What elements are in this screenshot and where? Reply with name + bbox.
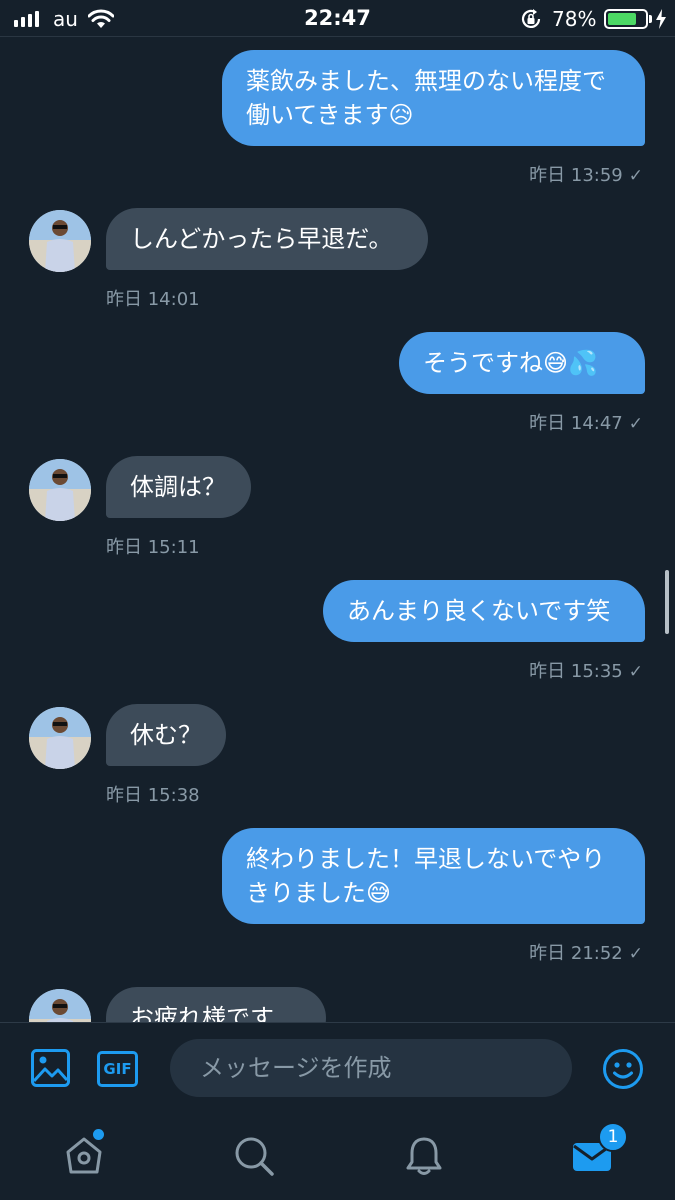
message-text: きりました😅 [246, 879, 392, 907]
message-text: しんどかったら早退だ。 [130, 225, 393, 253]
battery-fill [608, 13, 637, 25]
timestamp-text: 昨日 15:35 [529, 661, 623, 682]
message-text: 薬飲みました、無理のない程度で [246, 67, 606, 95]
home-icon[interactable] [62, 1134, 106, 1178]
avatar[interactable] [29, 989, 91, 1022]
home-new-dot [93, 1129, 104, 1140]
timestamp-text: 昨日 21:52 [529, 943, 623, 964]
message-timestamp: 昨日 13:59 ✓ [529, 161, 643, 187]
image-icon[interactable] [31, 1049, 70, 1087]
charging-icon [656, 9, 666, 29]
gif-icon[interactable]: GIF [97, 1051, 138, 1087]
messages-unread-badge: 1 [598, 1122, 628, 1152]
timestamp-text: 昨日 14:47 [529, 413, 623, 434]
read-check-icon: ✓ [628, 662, 643, 682]
message-text: 終わりました！早退しないでやり [246, 845, 606, 873]
avatar[interactable] [29, 459, 91, 521]
message-bubble-sent[interactable]: そうですね😅💦 [399, 332, 645, 394]
avatar-image [29, 989, 91, 1022]
message-text: お疲れ様です [130, 1004, 274, 1022]
message-timestamp: 昨日 15:35 ✓ [529, 657, 643, 683]
search-icon[interactable] [232, 1134, 276, 1178]
read-check-icon: ✓ [628, 944, 643, 964]
message-bubble-received[interactable]: 休む？ [106, 704, 226, 766]
emoji-icon[interactable] [602, 1048, 644, 1090]
message-composer: GIF メッセージを作成 [0, 1022, 675, 1112]
message-input-placeholder: メッセージを作成 [200, 1054, 392, 1082]
message-timestamp: 昨日 14:01 [106, 289, 200, 310]
gif-label: GIF [103, 1060, 132, 1078]
read-check-icon: ✓ [628, 166, 643, 186]
message-text: 働いてきます😥 [246, 101, 414, 129]
message-timestamp: 昨日 15:38 [106, 785, 200, 806]
orientation-lock-icon [521, 9, 541, 28]
avatar[interactable] [29, 210, 91, 272]
message-bubble-sent[interactable]: 薬飲みました、無理のない程度で 働いてきます😥 [222, 50, 645, 146]
message-bubble-sent[interactable]: あんまり良くないです笑 [323, 580, 645, 642]
scrollbar[interactable] [665, 570, 669, 634]
battery-cap [649, 15, 652, 23]
notifications-icon[interactable] [402, 1134, 446, 1178]
message-bubble-received[interactable]: 体調は？ [106, 456, 251, 518]
message-timestamp: 昨日 15:11 [106, 537, 200, 558]
read-check-icon: ✓ [628, 414, 643, 434]
battery-percentage: 78% [552, 7, 597, 31]
avatar[interactable] [29, 707, 91, 769]
status-bar: au 22:47 78% [0, 0, 675, 37]
avatar-image [29, 459, 91, 521]
message-thread[interactable]: 薬飲みました、無理のない程度で 働いてきます😥 昨日 13:59 ✓ しんどかった… [0, 37, 675, 1022]
message-timestamp: 昨日 14:47 ✓ [529, 409, 643, 435]
timestamp-text: 昨日 13:59 [529, 165, 623, 186]
message-text: そうですね😅💦 [423, 349, 598, 377]
message-bubble-received[interactable]: お疲れ様です [106, 987, 326, 1022]
message-text: 体調は？ [130, 473, 226, 501]
message-text: あんまり良くないです笑 [347, 597, 611, 625]
avatar-image [29, 707, 91, 769]
avatar-image [29, 210, 91, 272]
tab-bar [0, 1112, 675, 1200]
message-input[interactable]: メッセージを作成 [170, 1039, 572, 1097]
message-timestamp: 昨日 21:52 ✓ [529, 939, 643, 965]
message-bubble-sent[interactable]: 終わりました！早退しないでやり きりました😅 [222, 828, 645, 924]
message-bubble-received[interactable]: しんどかったら早退だ。 [106, 208, 428, 270]
battery-icon [604, 9, 648, 29]
message-text: 休む？ [130, 721, 202, 749]
